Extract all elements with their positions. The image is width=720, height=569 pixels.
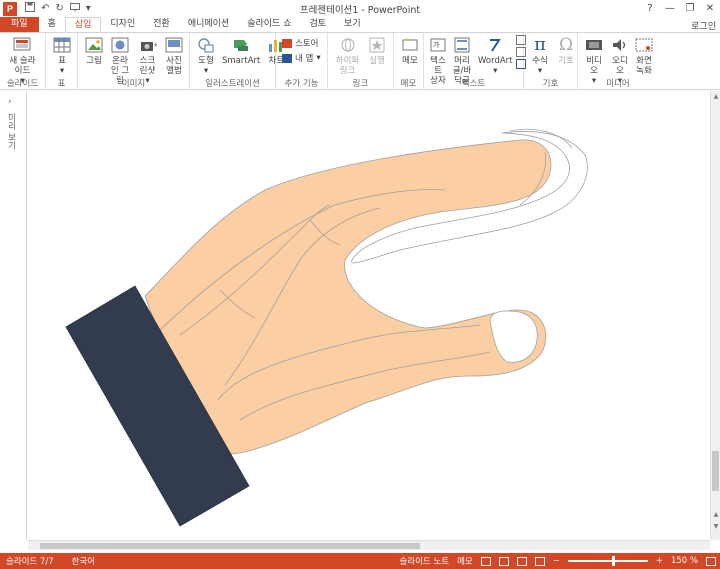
vertical-scroll-thumb[interactable] — [712, 451, 719, 491]
zoom-slider[interactable] — [567, 556, 648, 566]
store-button[interactable]: 스토어 — [282, 37, 321, 49]
notes-toggle[interactable]: 슬라이드 노트 — [399, 555, 449, 567]
language-indicator[interactable]: 한국어 — [72, 555, 95, 567]
tab-home[interactable]: 홈 — [39, 17, 65, 33]
online-picture-icon — [110, 35, 130, 55]
group-comments: 메모 메모 — [394, 33, 424, 90]
tab-file[interactable]: 파일 — [0, 17, 39, 33]
title-bar: P ↶ ↻ ▾ 프레젠테이션1 - PowerPoint ? — ❐ ✕ — [0, 0, 720, 17]
slide-sorter-view-icon[interactable] — [498, 556, 509, 566]
svg-text:가: 가 — [433, 40, 440, 49]
group-images: 그림 온라인 그림 + 스크린샷 ▾ 사진 앨범 이미지 — [78, 33, 190, 90]
group-slides: 새 슬라이드 ▾ 슬라이드 — [0, 33, 46, 90]
header-footer-icon — [452, 35, 472, 55]
powerpoint-logo-icon: P — [3, 1, 17, 16]
status-bar: 슬라이드 7/7 한국어 슬라이드 노트 메모 − + 150 % — [0, 553, 720, 569]
slideshow-view-icon[interactable] — [534, 556, 545, 566]
thumbnail-pane-label: 미리 보기 — [6, 113, 16, 150]
fit-to-window-icon[interactable] — [706, 556, 716, 566]
zoom-slider-thumb[interactable] — [611, 556, 615, 566]
pi-icon: π — [534, 34, 546, 55]
quick-access-toolbar: ↶ ↻ ▾ — [25, 2, 91, 15]
picture-icon — [84, 35, 104, 55]
redo-icon[interactable]: ↻ — [55, 3, 63, 14]
zoom-in-icon[interactable]: + — [656, 556, 663, 566]
scroll-up-icon[interactable]: ▲ — [711, 93, 720, 100]
zoom-level[interactable]: 150 % — [671, 556, 698, 566]
customize-qat-icon[interactable]: ▾ — [86, 3, 91, 14]
save-icon[interactable] — [25, 2, 35, 15]
tab-review[interactable]: 검토 — [300, 17, 335, 33]
tab-slideshow[interactable]: 슬라이드 쇼 — [238, 17, 300, 33]
new-slide-icon — [13, 35, 33, 55]
slide-counter: 슬라이드 7/7 — [6, 557, 54, 567]
textbox-icon: 가 — [428, 35, 448, 55]
slide-canvas — [65, 128, 588, 527]
smartart-icon — [231, 35, 251, 55]
start-slideshow-icon[interactable] — [69, 2, 80, 15]
window-title: 프레젠테이션1 - PowerPoint — [299, 5, 421, 16]
horizontal-scrollbar[interactable] — [28, 540, 710, 550]
zoom-out-icon[interactable]: − — [553, 556, 560, 566]
my-addins-button[interactable]: 내 앱 ▾ — [282, 52, 321, 64]
reading-view-icon[interactable] — [516, 556, 527, 566]
undo-icon[interactable]: ↶ — [41, 3, 49, 14]
screen-recording-icon — [634, 35, 654, 55]
prev-slide-icon[interactable]: ▲ — [711, 511, 720, 518]
ribbon-tabs: 파일 홈 삽입 디자인 전환 애니메이션 슬라이드 쇼 검토 보기 — [0, 17, 720, 33]
video-icon — [584, 35, 604, 55]
omega-icon: Ω — [558, 35, 574, 55]
shapes-icon — [196, 35, 216, 55]
vertical-scrollbar[interactable]: ▲ ▲ ▼ — [710, 91, 720, 540]
group-text: 가 텍스트 상자 머리글/바닥글 WordArt ▾ 텍스트 — [424, 33, 526, 90]
tab-animations[interactable]: 애니메이션 — [179, 17, 238, 33]
wordart-icon — [485, 35, 505, 55]
svg-text:+: + — [153, 41, 157, 49]
help-button[interactable]: ? — [640, 0, 660, 17]
speaker-icon — [610, 35, 630, 55]
store-icon — [282, 38, 292, 48]
next-slide-icon[interactable]: ▼ — [711, 523, 720, 530]
slide-editor[interactable] — [28, 91, 710, 540]
group-illustrations: 도형 ▾ SmartArt 차트 일러스트레이션 — [190, 33, 284, 90]
restore-button[interactable]: ❐ — [680, 0, 700, 17]
expand-pane-arrow-icon[interactable]: › — [8, 97, 12, 107]
thumbnail-pane: › 미리 보기 — [0, 91, 27, 540]
normal-view-icon[interactable] — [480, 556, 491, 566]
close-button[interactable]: ✕ — [700, 0, 720, 17]
tab-insert[interactable]: 삽입 — [64, 17, 102, 33]
horizontal-scroll-thumb[interactable] — [40, 543, 420, 549]
hyperlink-icon — [338, 35, 358, 55]
tab-transitions[interactable]: 전환 — [144, 17, 179, 33]
my-addins-icon — [282, 53, 292, 63]
action-star-icon — [367, 35, 387, 55]
tab-view[interactable]: 보기 — [335, 17, 370, 33]
group-tables: 표 ▾ 표 — [46, 33, 78, 90]
comment-icon — [400, 35, 420, 55]
screenshot-icon: + — [138, 35, 158, 55]
tab-design[interactable]: 디자인 — [101, 17, 144, 33]
group-symbols: π 수식 ▾ Ω 기호 기호 — [524, 33, 578, 90]
group-media: 비디오 ▾ 오디오 ▾ 화면 녹화 미디어 — [578, 33, 658, 90]
group-links: 하이퍼링크 실행 링크 — [328, 33, 394, 90]
photo-album-icon — [164, 35, 184, 55]
window-controls: ? — ❐ ✕ — [640, 0, 720, 17]
comments-toggle[interactable]: 메모 — [457, 555, 473, 567]
login-link[interactable]: 로그인 — [691, 19, 716, 32]
table-icon — [52, 35, 72, 55]
group-addins: 스토어 내 앱 ▾ 추가 기능 — [276, 33, 328, 90]
minimize-button[interactable]: — — [660, 0, 680, 17]
ribbon: 새 슬라이드 ▾ 슬라이드 표 ▾ 표 그림 온라인 그림 + 스크린샷 ▾ 사진 앨… — [0, 32, 720, 90]
